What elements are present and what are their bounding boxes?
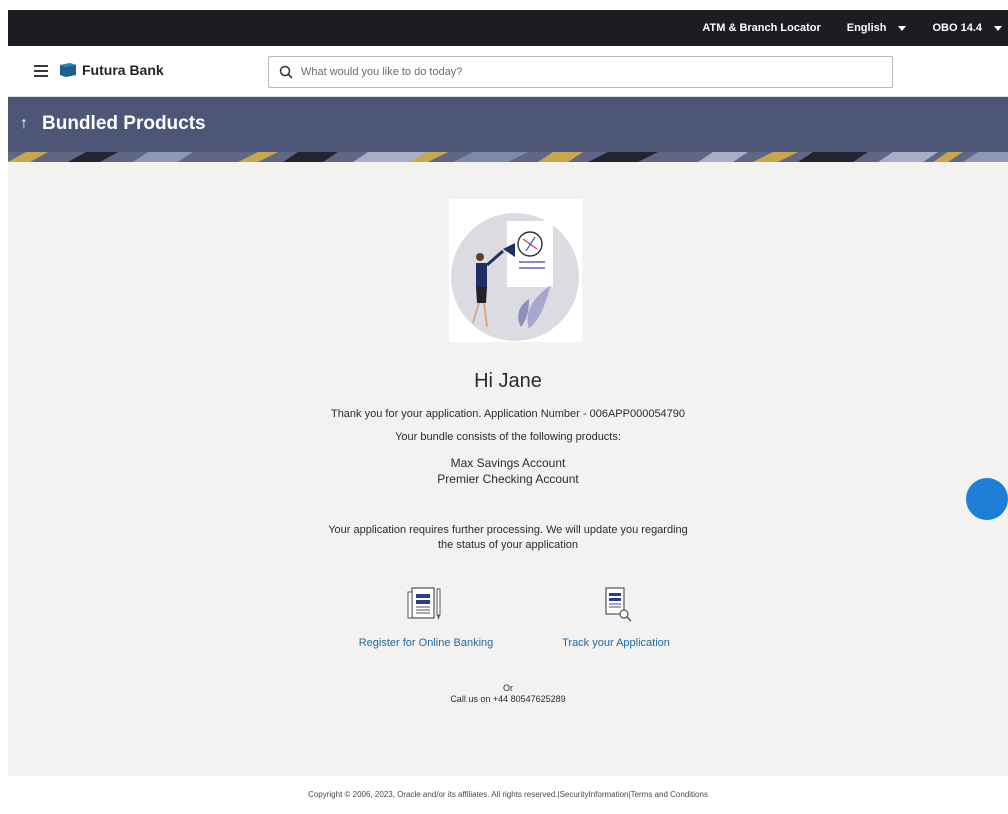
search-icon [279,65,293,79]
language-selector[interactable]: English [847,22,907,34]
processing-text-line-2: the status of your application [437,539,579,551]
search-bar[interactable] [268,56,893,88]
bundle-intro-text: Your bundle consists of the following pr… [395,431,621,443]
application-form-icon [407,587,441,620]
register-online-banking-link[interactable]: Register for Online Banking [346,585,506,649]
bank-logo-icon [60,63,76,77]
language-label: English [846,22,887,34]
search-input[interactable] [301,66,861,78]
call-us-text: Call us on +44 80547625289 [450,694,566,704]
greeting-heading: Hi Jane [474,370,542,392]
page-title-text: Bundled Products [42,113,206,134]
app-header: Futura Bank [8,46,1008,97]
processing-text-line-1: Your application requires further proces… [328,524,688,536]
page-footer: Copyright © 2006, 2023, Oracle and/or it… [8,776,1008,814]
confirmation-content: Hi Jane Thank you for your application. … [8,162,1008,776]
hamburger-icon[interactable] [34,65,48,77]
browser-viewport: ATM & Branch Locator English OBO 14.4 Fu… [8,10,1008,814]
success-illustration [449,199,582,342]
top-utility-bar: ATM & Branch Locator English OBO 14.4 [8,10,1008,46]
or-separator: Or [503,683,513,693]
caret-down-icon [994,25,1002,31]
arrow-up-icon[interactable]: ↑ [20,115,28,133]
caret-down-icon [898,25,907,31]
version-selector[interactable]: OBO 14.4 [932,22,1002,34]
document-search-icon [605,587,632,622]
banner-pattern [8,152,1008,162]
help-chat-button[interactable] [966,478,1008,520]
atm-branch-locator-link[interactable]: ATM & Branch Locator [702,22,820,34]
copyright-text[interactable]: Copyright © 2006, 2023, Oracle and/or it… [308,790,708,799]
page-title: ↑ Bundled Products [20,113,206,135]
product-item: Max Savings Account [450,456,566,470]
atm-branch-locator-label: ATM & Branch Locator [702,22,821,34]
page-banner: ↑ Bundled Products [8,97,1008,162]
application-number-text: Thank you for your application. Applicat… [330,408,686,420]
brand-name[interactable]: Futura Bank [82,62,164,78]
register-online-banking-label: Register for Online Banking [358,637,494,649]
version-label: OBO 14.4 [932,22,982,34]
track-application-link[interactable]: Track your Application [546,585,686,649]
product-item: Premier Checking Account [437,472,579,486]
track-application-label: Track your Application [562,637,670,649]
